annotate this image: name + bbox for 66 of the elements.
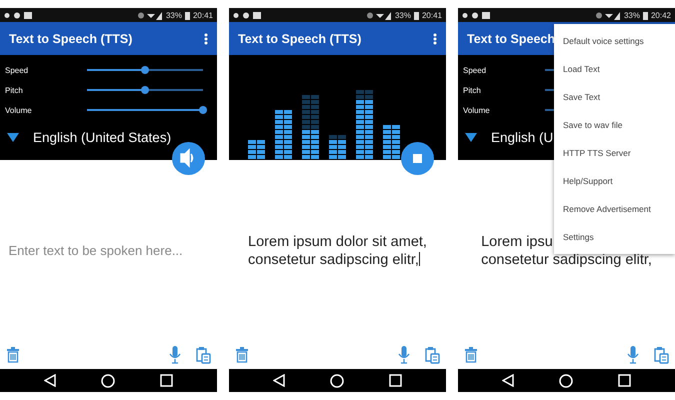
back-icon[interactable] — [502, 374, 514, 387]
battery-icon — [184, 10, 190, 20]
signal-icons — [136, 10, 163, 20]
trash-icon[interactable] — [6, 347, 20, 363]
battery-percent: 33% — [166, 10, 182, 20]
menu-item[interactable]: Default voice settings — [554, 27, 675, 55]
menu-item[interactable]: Help/Support — [554, 167, 675, 195]
slider-label: Speed — [463, 66, 488, 74]
clock: 20:41 — [192, 10, 213, 20]
recent-apps-icon[interactable] — [618, 374, 631, 387]
menu-item[interactable]: HTTP TTS Server — [554, 139, 675, 167]
slider-thumb[interactable] — [199, 106, 207, 114]
home-icon[interactable] — [101, 374, 115, 388]
microphone-icon[interactable] — [398, 346, 410, 364]
more-options-icon[interactable] — [204, 32, 208, 44]
back-icon[interactable] — [273, 374, 285, 387]
dropdown-icon[interactable] — [465, 133, 477, 142]
text-line[interactable]: Lorem ipsu — [481, 232, 553, 250]
battery-percent: 33% — [394, 10, 411, 20]
slider-label: Volume — [5, 106, 33, 114]
text-input[interactable]: Enter text to be spoken here... — [8, 243, 208, 258]
app-title: Text to Speech — [467, 32, 555, 46]
trash-icon[interactable] — [235, 347, 249, 363]
microphone-icon[interactable] — [627, 346, 639, 364]
slider-label: Volume — [463, 106, 491, 114]
app-title: Text to Speech (TTS) — [238, 32, 362, 46]
more-options-icon[interactable] — [433, 32, 437, 44]
menu-item[interactable]: Remove Advertisement — [554, 195, 675, 223]
notification-icons — [4, 10, 34, 20]
recent-apps-icon[interactable] — [389, 374, 402, 387]
text-line[interactable]: Lorem ipsum dolor sit amet, — [248, 232, 427, 250]
recent-apps-icon[interactable] — [160, 374, 173, 387]
text-line[interactable]: consetetur sadipscing elitr, — [248, 250, 420, 268]
clipboard-icon[interactable] — [653, 346, 669, 364]
slider-label: Pitch — [463, 86, 482, 94]
speaker-button[interactable] — [172, 142, 205, 175]
language-selector: English (U — [491, 130, 554, 145]
signal-icons — [594, 10, 621, 20]
dropdown-icon[interactable] — [7, 133, 19, 142]
clock: 20:42 — [650, 10, 671, 20]
stop-button[interactable] — [401, 142, 434, 175]
app-title: Text to Speech (TTS) — [9, 32, 132, 46]
trash-icon[interactable] — [464, 347, 478, 363]
text-line[interactable]: consetetur sadipscing elitr, — [481, 250, 652, 268]
menu-item[interactable]: Save Text — [554, 83, 675, 111]
clock: 20:41 — [422, 10, 442, 20]
home-icon[interactable] — [330, 374, 344, 388]
clipboard-icon[interactable] — [424, 346, 440, 364]
menu-item[interactable]: Settings — [554, 223, 675, 251]
battery-percent: 33% — [624, 10, 640, 20]
notification-icons — [462, 10, 492, 20]
microphone-icon[interactable] — [169, 346, 181, 364]
home-icon[interactable] — [559, 374, 573, 388]
slider-label: Pitch — [5, 86, 24, 94]
menu-item[interactable]: Load Text — [554, 55, 675, 83]
battery-icon — [414, 10, 419, 20]
slider-thumb[interactable] — [141, 86, 149, 94]
slider-thumb[interactable] — [141, 66, 149, 74]
slider-label: Speed — [5, 66, 30, 74]
language-selector: English (United States) — [33, 130, 172, 145]
signal-icons — [366, 10, 392, 20]
clipboard-icon[interactable] — [195, 346, 211, 364]
notification-icons — [233, 10, 263, 20]
battery-icon — [642, 10, 648, 20]
menu-item[interactable]: Save to wav file — [554, 111, 675, 139]
back-icon[interactable] — [44, 374, 56, 387]
